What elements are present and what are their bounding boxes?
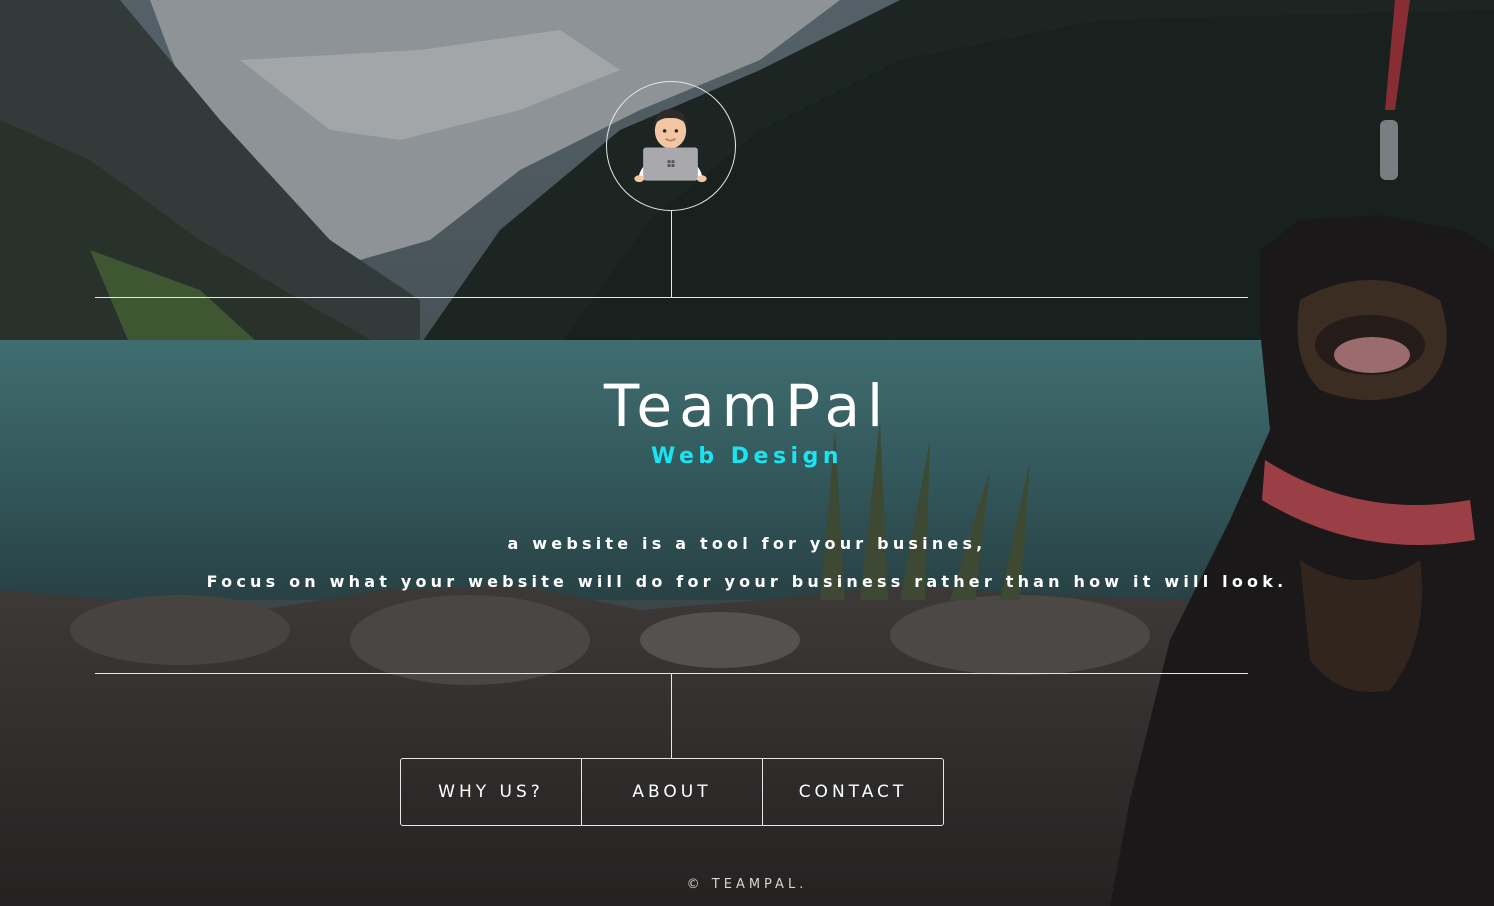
developer-avatar-icon: [634, 109, 707, 183]
intro-line-2: Focus on what your website will do for y…: [206, 572, 1288, 591]
nav-about-button[interactable]: ABOUT: [581, 759, 762, 825]
top-divider: [95, 297, 1248, 298]
site-title: TeamPal: [603, 372, 891, 440]
nav-contact-button[interactable]: CONTACT: [762, 759, 943, 825]
logo-badge[interactable]: [606, 81, 736, 211]
site-subtitle: Web Design: [650, 444, 844, 469]
logo-connector-line: [671, 211, 672, 297]
nav-why-us-button[interactable]: WHY US?: [401, 759, 581, 825]
main-nav: WHY US? ABOUT CONTACT: [400, 758, 944, 826]
footer-copyright: © TEAMPAL.: [686, 877, 808, 892]
nav-connector-line: [671, 673, 672, 758]
intro-line-1: a website is a tool for your busines,: [507, 534, 987, 553]
